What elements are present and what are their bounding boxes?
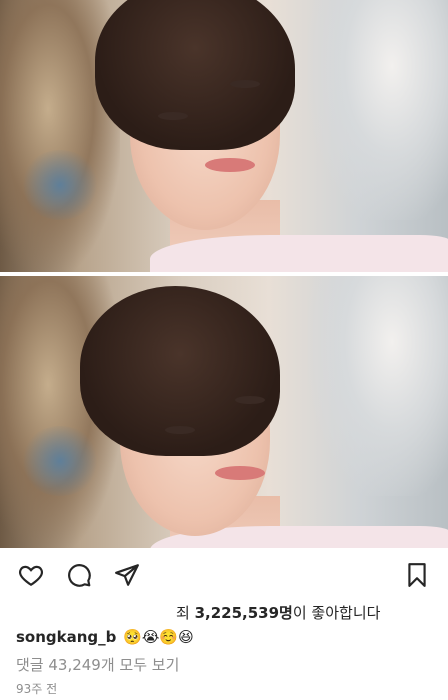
likes-number: 3,225,539명 — [194, 604, 293, 622]
likes-suffix: 이 좋아합니다 — [292, 604, 381, 622]
caption-emojis: 🥺😭☺️😆 — [123, 628, 194, 646]
photo-top — [0, 0, 448, 272]
comment-icon[interactable] — [66, 562, 92, 588]
photo-bottom — [0, 276, 448, 548]
post-image[interactable] — [0, 0, 448, 548]
post-timestamp: 93주 전 — [16, 682, 58, 696]
action-bar — [0, 556, 448, 592]
likes-prefix: 죄 — [176, 604, 190, 622]
heart-icon[interactable] — [18, 562, 44, 588]
username[interactable]: songkang_b — [16, 628, 116, 646]
likes-count[interactable]: 죄 3,225,539명이 좋아합니다 — [176, 602, 380, 623]
share-icon[interactable] — [114, 562, 140, 588]
caption: songkang_b 🥺😭☺️😆 — [16, 628, 194, 646]
view-all-comments-link[interactable]: 댓글 43,249개 모두 보기 — [16, 654, 179, 675]
bookmark-icon[interactable] — [404, 562, 430, 588]
